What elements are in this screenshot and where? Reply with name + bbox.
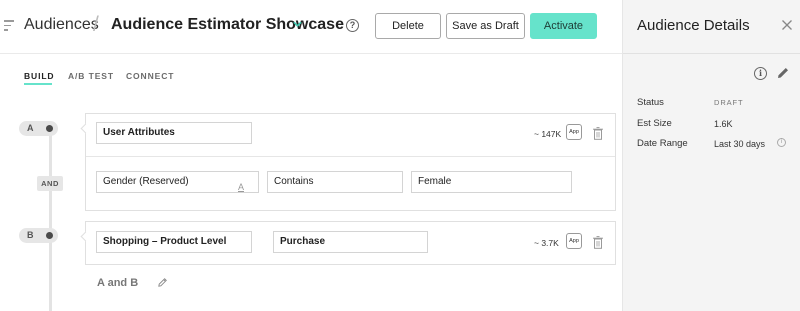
- card-notch: [80, 123, 91, 134]
- gender-reserved-select[interactable]: Gender (Reserved) A: [96, 171, 259, 193]
- tab-ab-test[interactable]: A/B TEST: [68, 71, 114, 81]
- pencil-icon[interactable]: [157, 277, 168, 288]
- card-notch: [80, 231, 91, 242]
- menu-icon[interactable]: [4, 20, 14, 31]
- gender-field-label: Gender (Reserved): [103, 176, 189, 187]
- info-icon[interactable]: i: [754, 67, 767, 80]
- group-b-dot: [46, 232, 53, 239]
- date-range-label: Date Range: [637, 138, 688, 149]
- header-divider: [0, 53, 622, 54]
- help-icon[interactable]: ?: [346, 19, 359, 32]
- group-a-card: User Attributes ~ 147K App Gender (Reser…: [80, 113, 616, 211]
- app-badge: App: [566, 233, 582, 249]
- delete-button[interactable]: Delete: [375, 13, 441, 39]
- user-attributes-select[interactable]: User Attributes: [96, 122, 252, 144]
- group-a-dot: [46, 125, 53, 132]
- status-badge: DRAFT: [714, 98, 744, 107]
- edit-icon[interactable]: [776, 66, 790, 80]
- date-range-info-icon[interactable]: i: [777, 138, 786, 147]
- est-size-value: 1.6K: [714, 119, 733, 129]
- close-icon[interactable]: [781, 19, 793, 31]
- timeline-rail: [49, 129, 52, 311]
- group-b-letter: B: [27, 230, 34, 240]
- group-a-letter: A: [27, 123, 34, 133]
- operator-select[interactable]: Contains: [267, 171, 403, 193]
- trash-icon[interactable]: [593, 236, 603, 249]
- activate-button[interactable]: Activate: [530, 13, 597, 39]
- status-label: Status: [637, 97, 664, 108]
- group-a-marker[interactable]: A: [19, 121, 58, 136]
- combination-label: A and B: [97, 277, 139, 289]
- active-tab-indicator: [24, 83, 52, 85]
- tab-connect[interactable]: CONNECT: [126, 71, 174, 81]
- group-b-card: Shopping – Product Level Purchase ~ 3.7K…: [80, 221, 616, 265]
- save-as-draft-button[interactable]: Save as Draft: [446, 13, 525, 39]
- page-title: Audience Estimator Showcase: [111, 16, 344, 33]
- reserved-attribute-icon: A: [237, 182, 244, 192]
- and-operator-chip[interactable]: AND: [37, 176, 63, 191]
- panel-title: Audience Details: [637, 17, 750, 34]
- group-b-estimate: ~ 3.7K: [534, 238, 559, 248]
- shopping-product-level-select[interactable]: Shopping – Product Level: [96, 231, 252, 253]
- panel-divider: [623, 53, 800, 54]
- group-b-marker[interactable]: B: [19, 228, 58, 243]
- breadcrumb-audiences[interactable]: Audiences: [24, 16, 99, 34]
- app-badge: App: [566, 124, 582, 140]
- group-a-estimate: ~ 147K: [534, 129, 562, 139]
- est-size-label: Est Size: [637, 118, 672, 129]
- value-input[interactable]: Female: [411, 171, 572, 193]
- trash-icon[interactable]: [593, 127, 603, 140]
- date-range-value: Last 30 days: [714, 139, 766, 149]
- breadcrumb-separator: /: [93, 13, 99, 36]
- purchase-event-select[interactable]: Purchase: [273, 231, 428, 253]
- chevron-down-icon[interactable]: [293, 20, 302, 29]
- card-divider: [86, 156, 615, 157]
- audience-details-panel: Audience Details i Status DRAFT Est Size…: [622, 0, 800, 311]
- tab-build[interactable]: BUILD: [24, 71, 54, 81]
